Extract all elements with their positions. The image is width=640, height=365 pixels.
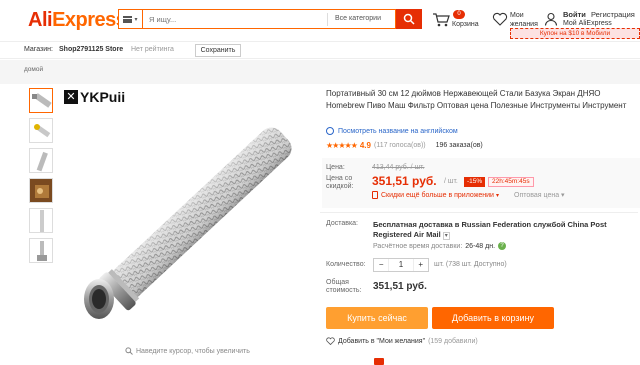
thumbnail-2[interactable] [29, 118, 53, 143]
logo-part1: Ali [28, 9, 53, 31]
app-deal-link[interactable]: Скидки ещё больше в приложении ▾ [372, 191, 499, 199]
rating-row: ★★★★★ 4.9 (117 голоса(ов)) 196 заказа(ов… [326, 141, 483, 150]
total-price: 351,51 руб. [373, 281, 427, 292]
divider [320, 212, 638, 213]
quantity-available: шт. (738 шт. Доступно) [434, 261, 507, 268]
search-divider [327, 13, 328, 26]
search-button[interactable] [396, 9, 422, 29]
price-box: Цена: 413,44 руб. / шт. Цена со скидкой:… [322, 158, 640, 208]
categories-menu-button[interactable]: ▾ [118, 9, 142, 29]
thumbnail-6[interactable] [29, 238, 53, 263]
delivery-estimate: Расчётное время доставки: 26-48 дн. ? [373, 242, 507, 250]
orders-count: 196 заказа(ов) [435, 142, 483, 149]
chevron-down-icon: ▾ [442, 232, 450, 240]
price-unit: / шт. [444, 178, 458, 185]
cart-count-badge: 0 [453, 10, 465, 19]
quantity-decrease-button[interactable]: − [374, 259, 388, 271]
search-icon [403, 13, 415, 25]
search-input[interactable] [149, 13, 319, 26]
zoom-hint: Наведите курсор, чтобы увеличить [125, 347, 250, 355]
menu-icon [123, 15, 133, 23]
login-link[interactable]: Войти [563, 10, 586, 19]
thumbnail-list [29, 88, 55, 268]
breadcrumb: домой [0, 60, 640, 84]
mobile-coupon-banner[interactable]: Купон на $10 в Мобили [510, 28, 640, 39]
discount-price: 351,51 руб. [372, 174, 437, 188]
phone-icon [372, 191, 378, 199]
aliexpress-logo[interactable]: AliExpress [28, 9, 127, 32]
quantity-input[interactable]: 1 [388, 259, 414, 271]
quantity-label: Количество: [326, 261, 366, 268]
heart-icon [326, 337, 335, 345]
cart-icon [433, 13, 450, 27]
save-store-button[interactable]: Сохранить [195, 44, 241, 57]
quantity-increase-button[interactable]: + [414, 259, 428, 271]
wholesale-label: Оптовая цена [514, 192, 560, 199]
add-to-wishlist-link[interactable]: Добавить в "Мои желания" (159 добавили) [326, 337, 478, 345]
wholesale-price-dropdown[interactable]: Оптовая цена ▾ [514, 191, 565, 199]
eta-label: Расчётное время доставки: [373, 242, 463, 250]
store-label: Магазин: [24, 46, 53, 53]
zoom-hint-text: Наведите курсор, чтобы увеличить [136, 347, 250, 355]
add-to-cart-button[interactable]: Добавить в корзину [432, 307, 554, 329]
brand-name: YKPuii [80, 89, 126, 105]
breadcrumb-home-link[interactable]: домой [24, 66, 43, 73]
cart-label: Корзина [452, 21, 479, 28]
site-header: AliExpress ▾ Все категории 0 Корзина Мои… [0, 0, 640, 40]
user-icon [544, 12, 558, 26]
help-icon[interactable]: ? [498, 242, 507, 250]
thumbnail-4[interactable] [29, 178, 53, 203]
register-link[interactable]: Регистрация [591, 10, 635, 19]
wishlist-count: (159 добавили) [428, 337, 478, 345]
add-wishlist-text: Добавить в "Мои желания" [338, 337, 426, 345]
discount-badge: -15% [464, 177, 486, 187]
eta-value: 26-48 дн. [465, 242, 496, 250]
rating-stars: ★★★★★ [326, 141, 358, 150]
main-product-image[interactable]: ✕ YKPuii [60, 84, 312, 346]
countdown-timer: 22h:45m:45s [488, 177, 534, 187]
my-aliexpress-link[interactable]: Мой AliExpress [563, 20, 612, 27]
rating-score: 4.9 [359, 141, 371, 150]
magnifier-icon [125, 347, 133, 355]
search-category-select[interactable]: Все категории [335, 15, 381, 22]
shipping-text: Бесплатная доставка в Russian Federation… [373, 220, 607, 239]
thumbnail-1[interactable] [29, 88, 53, 113]
price-label: Цена: [326, 164, 345, 171]
product-info: Портативный 30 см 12 дюймов Нержавеющей … [320, 88, 640, 345]
shipping-label: Доставка: [326, 220, 359, 227]
search-box: Все категории [142, 9, 396, 29]
original-price: 413,44 руб. / шт. [372, 164, 425, 171]
app-deal-text: Скидки ещё больше в приложении [381, 191, 494, 199]
thumbnail-3[interactable] [29, 148, 53, 173]
shipping-method[interactable]: Бесплатная доставка в Russian Federation… [373, 220, 633, 241]
store-name-link[interactable]: Shop2791125 Store [59, 46, 123, 53]
globe-icon [326, 127, 334, 135]
heart-icon [492, 12, 508, 26]
translate-title-link[interactable]: Посмотреть название на английском [326, 127, 458, 135]
partial-badge-icon [374, 358, 384, 365]
reviews-link[interactable]: (117 голоса(ов)) [374, 142, 426, 149]
wishlist-label: Мои желания [510, 12, 538, 28]
quantity-stepper: − 1 + [373, 258, 429, 272]
total-label: Общая стоимость: [326, 279, 362, 294]
brand-x-icon: ✕ [64, 90, 78, 104]
logo-part2: Express [52, 9, 127, 31]
chevron-down-icon: ▾ [495, 192, 499, 199]
mesh-filter-illustration [84, 127, 292, 319]
cart-link[interactable]: 0 Корзина [432, 10, 488, 32]
translate-link-text: Посмотреть название на английском [338, 127, 458, 135]
product-title: Портативный 30 см 12 дюймов Нержавеющей … [326, 89, 627, 110]
store-bar: Магазин: Shop2791125 Store Нет рейтинга … [0, 41, 640, 59]
brand-watermark: ✕ YKPuii [64, 89, 125, 105]
buy-now-button[interactable]: Купить сейчас [326, 307, 428, 329]
store-rating[interactable]: Нет рейтинга [131, 46, 174, 53]
chevron-down-icon: ▾ [134, 16, 138, 23]
quantity-row: Количество: − 1 + шт. (738 шт. Доступно) [326, 258, 636, 272]
thumbnail-5[interactable] [29, 208, 53, 233]
discount-price-label: Цена со скидкой: [326, 175, 354, 190]
